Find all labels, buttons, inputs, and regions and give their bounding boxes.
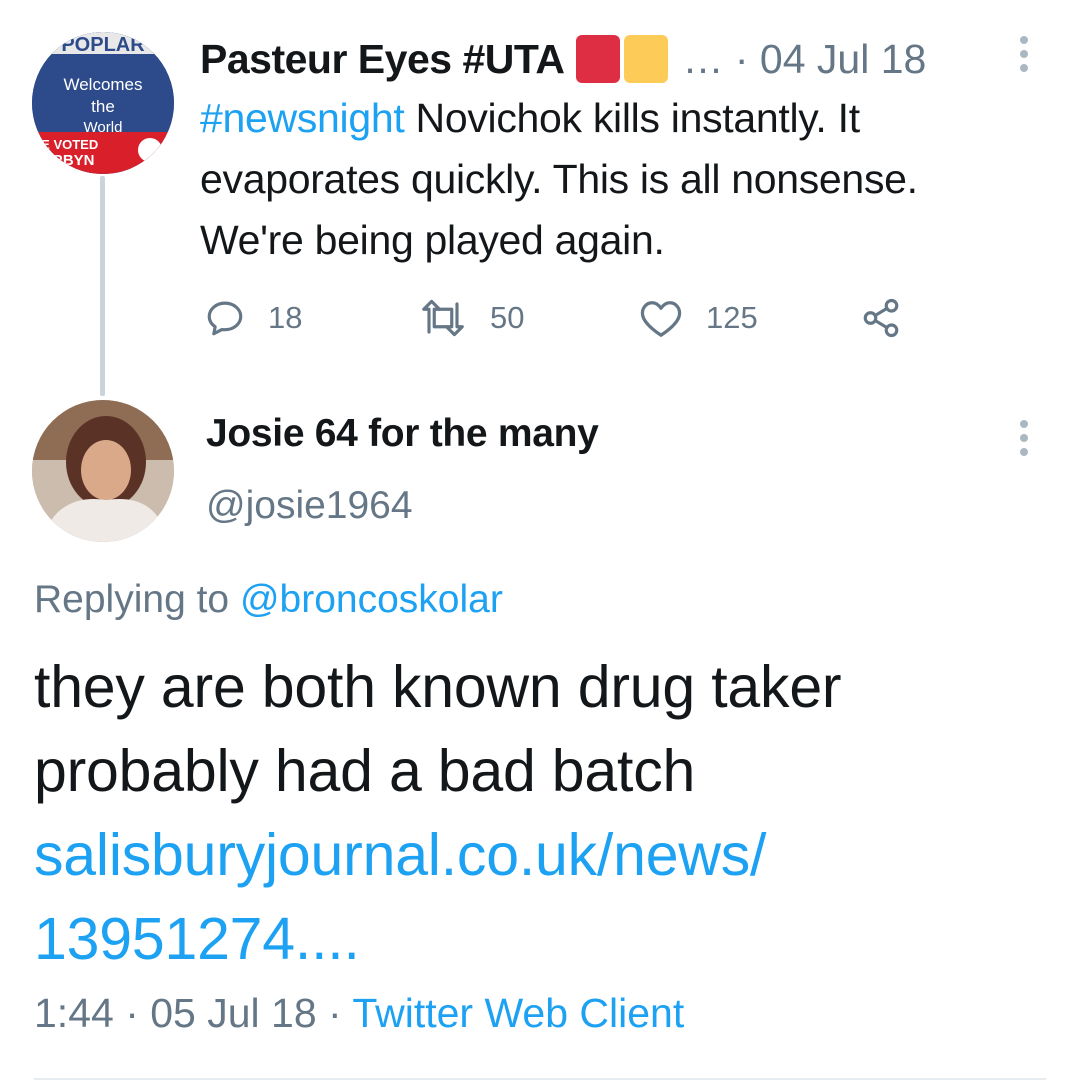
reply-icon xyxy=(207,301,243,336)
parent-more-icon[interactable] xyxy=(1014,36,1034,76)
parent-tweet-header: Pasteur Eyes #UTA … · 04 Jul 18 xyxy=(200,30,1030,88)
article-link[interactable]: salisburyjournal.co.uk/news/ 13951274...… xyxy=(34,813,1054,981)
replying-to-label: Replying to xyxy=(34,578,240,621)
avatar-photo xyxy=(32,400,174,542)
share-button[interactable] xyxy=(860,290,902,346)
reply-tweet-text: they are both known drug taker probably … xyxy=(34,654,842,804)
reply-author-avatar[interactable] xyxy=(32,400,174,542)
tweet-client-link[interactable]: Twitter Web Client xyxy=(352,990,684,1036)
replying-to-mention-link[interactable]: @broncoskolar xyxy=(240,578,503,621)
like-count: 125 xyxy=(706,300,758,335)
parent-hashtag-link[interactable]: #newsnight xyxy=(200,95,405,141)
thread-connector-line xyxy=(100,176,105,396)
red-square-emoji-icon xyxy=(576,35,621,83)
replying-to-line: Replying to @broncoskolar xyxy=(34,578,503,622)
like-icon xyxy=(640,301,682,337)
avatar-image: POPLAR Welcomes the World I'VE VOTED COR… xyxy=(32,32,174,174)
tweet-time-date: 1:44 · 05 Jul 18 · xyxy=(34,990,353,1036)
avatar-line-5: I'VE VOTED xyxy=(32,137,98,152)
tweet-timestamp-row: 1:44 · 05 Jul 18 · Twitter Web Client xyxy=(34,990,684,1037)
avatar-line-6: CORBYN xyxy=(32,152,95,169)
avatar-line-2: Welcomes xyxy=(63,75,142,94)
parent-author-name[interactable]: Pasteur Eyes #UTA xyxy=(200,36,565,83)
parent-tweet-text: #newsnight Novichok kills instantly. It … xyxy=(200,88,1030,271)
tweet-thread: POPLAR Welcomes the World I'VE VOTED COR… xyxy=(0,0,1079,1089)
parent-author-avatar[interactable]: POPLAR Welcomes the World I'VE VOTED COR… xyxy=(32,32,174,174)
reply-button[interactable]: 18 xyxy=(204,290,302,346)
reply-tweet-body: they are both known drug taker probably … xyxy=(34,645,1054,981)
parent-tweet-meta: … · 04 Jul 18 xyxy=(682,35,927,82)
parent-action-bar: 18 50 125 xyxy=(200,290,960,346)
divider xyxy=(34,1078,1046,1080)
reply-author-name[interactable]: Josie 64 for the many xyxy=(206,412,599,456)
retweet-button[interactable]: 50 xyxy=(418,290,524,346)
avatar-line-1: POPLAR xyxy=(61,34,145,56)
like-button[interactable]: 125 xyxy=(638,290,758,346)
reply-more-icon[interactable] xyxy=(1014,420,1034,460)
reply-count: 18 xyxy=(268,300,303,335)
yellow-square-emoji-icon xyxy=(624,35,669,83)
share-icon xyxy=(863,298,899,338)
retweet-icon xyxy=(422,299,464,337)
avatar-line-3: the xyxy=(91,97,115,116)
retweet-count: 50 xyxy=(490,300,525,335)
reply-author-handle[interactable]: @josie1964 xyxy=(206,484,413,528)
